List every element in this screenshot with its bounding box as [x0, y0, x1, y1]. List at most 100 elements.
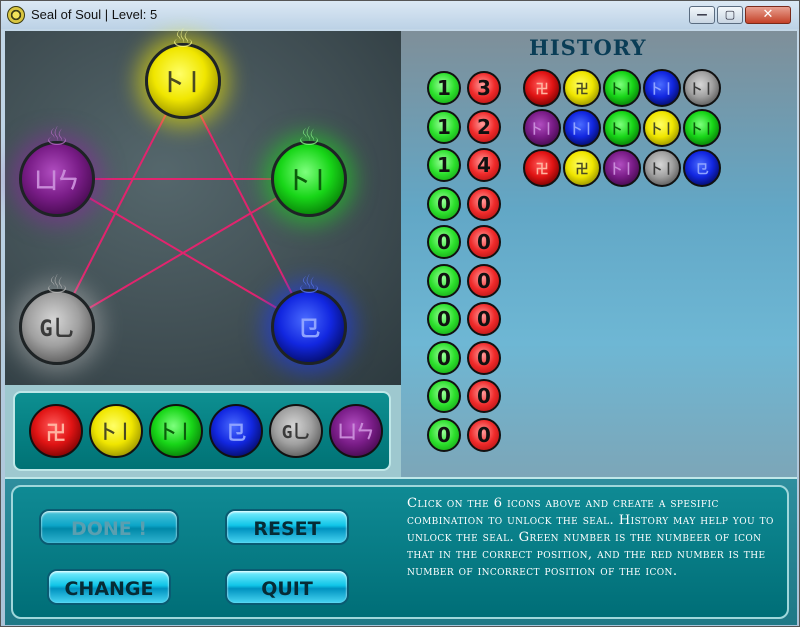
tray-icon-purple[interactable]: 凵ㄣ — [329, 404, 383, 458]
rune-icon: 卜丨 — [608, 82, 635, 98]
seal-orb-green[interactable]: ♨ 卜丨 — [271, 122, 347, 217]
rune-icon: 㔾 — [695, 162, 709, 178]
incorrect-count: 0 — [467, 379, 501, 413]
history-icon-blue: 㔾 — [683, 149, 721, 187]
history-icon-yellow: 卜丨 — [643, 109, 681, 147]
flame-icon: ♨ — [45, 122, 69, 152]
correct-count: 0 — [427, 340, 461, 375]
correct-count: 0 — [427, 263, 461, 298]
close-button[interactable]: ✕ — [745, 6, 791, 24]
history-icon-blue: 卜丨 — [563, 109, 601, 147]
rune-icon: G乚 — [39, 317, 75, 342]
rune-icon: G乚 — [281, 422, 311, 443]
rune-icon: 卜丨 — [158, 422, 194, 443]
game-area: ♨ 卜丨 ♨ 卜丨 ♨ 凵ㄣ ♨ G乚 ♨ 㔾 卍 卜丨 卜丨 㔾 G乚 凵ㄣ … — [5, 24, 797, 625]
incorrect-count: 0 — [467, 417, 501, 452]
rune-icon: 卍 — [575, 82, 589, 98]
rune-icon: 卜丨 — [528, 122, 555, 138]
close-icon: ✕ — [762, 7, 774, 22]
incorrect-count: 0 — [467, 263, 501, 298]
correct-count: 0 — [427, 302, 461, 336]
rune-icon: 卜丨 — [648, 162, 675, 178]
incorrect-count: 4 — [467, 148, 501, 182]
icon-tray: 卍 卜丨 卜丨 㔾 G乚 凵ㄣ — [13, 391, 391, 471]
rune-icon: 卜丨 — [568, 122, 595, 138]
history-icon-yellow: 卍 — [563, 69, 601, 107]
rune-icon: 卜丨 — [608, 162, 635, 178]
incorrect-count: 0 — [467, 186, 501, 221]
tray-icon-yellow[interactable]: 卜丨 — [89, 404, 143, 458]
rune-icon: 㔾 — [226, 420, 246, 445]
incorrect-count: 0 — [467, 302, 501, 336]
correct-count: 0 — [427, 225, 461, 259]
seal-orb-blue[interactable]: ♨ 㔾 — [271, 270, 347, 365]
history-icon-purple: 卜丨 — [523, 109, 561, 147]
app-icon — [7, 6, 25, 24]
correct-count: 1 — [427, 148, 461, 182]
flame-icon: ♨ — [171, 24, 195, 54]
history-icon-gray: 卜丨 — [643, 149, 681, 187]
incorrect-count: 0 — [467, 340, 501, 375]
rune-icon: 卍 — [575, 162, 589, 178]
correct-count: 0 — [427, 379, 461, 413]
history-icon-yellow: 卍 — [563, 149, 601, 187]
rune-icon: 卜丨 — [98, 422, 134, 443]
reset-button[interactable]: RESET — [225, 509, 349, 545]
rune-icon: 凵ㄣ — [338, 422, 374, 443]
correct-count: 0 — [427, 417, 461, 452]
incorrect-count: 3 — [467, 71, 501, 105]
rune-icon: 卜丨 — [160, 71, 205, 96]
seal-orb-purple[interactable]: ♨ 凵ㄣ — [19, 122, 95, 217]
correct-count: 1 — [427, 71, 461, 105]
history-icon-blue: 卜丨 — [643, 69, 681, 107]
title-bar[interactable]: Seal of Soul | Level: 5 — ▢ ✕ — [1, 1, 799, 29]
rune-icon: 卍 — [535, 162, 549, 178]
window-title: Seal of Soul | Level: 5 — [31, 7, 158, 22]
history-icon-purple: 卜丨 — [603, 149, 641, 187]
history-icon-green: 卜丨 — [603, 109, 641, 147]
minimize-button[interactable]: — — [689, 6, 715, 24]
history-icon-red: 卍 — [523, 69, 561, 107]
rune-icon: 卍 — [535, 82, 549, 98]
control-frame: DONE ! RESET CHANGE QUIT Click on the 6 … — [11, 485, 789, 619]
correct-count: 1 — [427, 109, 461, 144]
seal-orb-gray[interactable]: ♨ G乚 — [19, 270, 95, 365]
maximize-icon: ▢ — [724, 8, 736, 21]
incorrect-count: 2 — [467, 109, 501, 144]
history-icon-red: 卍 — [523, 149, 561, 187]
rune-icon: 卍 — [46, 420, 66, 445]
flame-icon: ♨ — [297, 270, 321, 300]
tray-icon-green[interactable]: 卜丨 — [149, 404, 203, 458]
tray-icon-blue[interactable]: 㔾 — [209, 404, 263, 458]
icon-tray-frame: 卍 卜丨 卜丨 㔾 G乚 凵ㄣ — [5, 385, 401, 477]
history-icon-green: 卜丨 — [683, 109, 721, 147]
flame-icon: ♨ — [45, 270, 69, 300]
seal-orb-yellow[interactable]: ♨ 卜丨 — [145, 24, 221, 119]
correct-count: 0 — [427, 186, 461, 221]
control-panel: DONE ! RESET CHANGE QUIT Click on the 6 … — [5, 477, 797, 625]
change-button[interactable]: CHANGE — [47, 569, 171, 605]
maximize-button[interactable]: ▢ — [717, 6, 743, 24]
done-button[interactable]: DONE ! — [39, 509, 179, 545]
tray-icon-gray[interactable]: G乚 — [269, 404, 323, 458]
instructions-text: Click on the 6 icons above and create a … — [407, 496, 774, 579]
game-window: Seal of Soul | Level: 5 — ▢ ✕ ♨ 卜丨 ♨ 卜丨 … — [0, 0, 800, 627]
flame-icon: ♨ — [297, 122, 321, 152]
rune-icon: 卜丨 — [648, 122, 675, 138]
rune-icon: 㔾 — [297, 317, 320, 342]
seal-panel: ♨ 卜丨 ♨ 卜丨 ♨ 凵ㄣ ♨ G乚 ♨ 㔾 — [5, 24, 401, 385]
incorrect-count: 0 — [467, 225, 501, 259]
history-icon-gray: 卜丨 — [683, 69, 721, 107]
quit-button[interactable]: QUIT — [225, 569, 349, 605]
rune-icon: 卜丨 — [608, 122, 635, 138]
history-panel: HISTORY 13121400000000000000 卍卍卜丨 卜丨 卜丨 卜丨卜… — [401, 31, 797, 477]
tray-icon-red[interactable]: 卍 — [29, 404, 83, 458]
history-icon-green: 卜丨 — [603, 69, 641, 107]
minimize-icon: — — [696, 8, 708, 21]
rune-icon: 卜丨 — [286, 169, 331, 194]
rune-icon: 卜丨 — [648, 82, 675, 98]
rune-icon: 卜丨 — [688, 122, 715, 138]
rune-icon: 凵ㄣ — [34, 169, 79, 194]
history-title: HISTORY — [529, 35, 647, 60]
rune-icon: 卜丨 — [688, 82, 715, 98]
